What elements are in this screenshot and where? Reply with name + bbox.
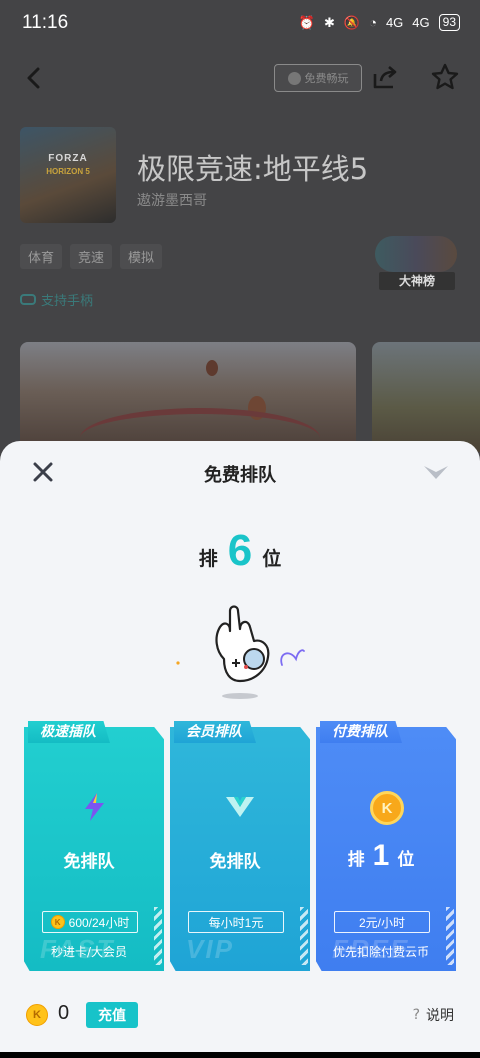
coin-icon: K xyxy=(370,791,404,825)
queue-prefix: 排 xyxy=(198,548,218,570)
status-time: 11:16 xyxy=(22,12,69,33)
signal-2: 4G xyxy=(412,15,430,30)
balloon-shape xyxy=(206,360,218,376)
card-main-text: 免排队 xyxy=(209,852,261,872)
paid-queue-card[interactable]: K 排 1 位 2元/小时 优先扣除付费云币 FREE 付费排队 xyxy=(316,711,456,973)
card-watermark: FREE xyxy=(332,934,410,964)
share-icon[interactable] xyxy=(372,64,398,90)
game-tags: 体育 竞速 模拟 xyxy=(20,244,163,269)
card-price-pill: K 600/24小时 xyxy=(42,911,138,933)
help-link[interactable]: ? 说明 xyxy=(413,1005,454,1025)
cover-logo-sub: HORIZON 5 xyxy=(46,167,90,176)
coin-icon: K xyxy=(26,1004,48,1026)
card-main-suffix: 位 xyxy=(397,850,415,870)
battery-indicator: 93 xyxy=(438,14,460,31)
card-price-pill: 每小时1元 xyxy=(188,911,284,933)
ranking-badge[interactable]: 大神榜 xyxy=(373,236,459,292)
card-tab: 付费排队 xyxy=(320,721,402,743)
free-play-icon xyxy=(287,71,301,85)
card-stripe xyxy=(300,907,308,965)
queue-position: 排 6 位 xyxy=(0,529,480,573)
lightning-icon xyxy=(85,793,104,821)
vip-chevron-icon xyxy=(226,797,254,817)
top-navigation: 免费畅玩 xyxy=(0,56,480,100)
coin-balance: 0 xyxy=(58,1002,70,1024)
back-arrow-icon[interactable] xyxy=(20,64,48,92)
vip-queue-card[interactable]: 免排队 每小时1元 VIP 会员排队 xyxy=(170,711,310,973)
bluetooth-icon: ✱ xyxy=(324,14,335,30)
sheet-header: 免费排队 xyxy=(0,441,480,505)
queue-number: 6 xyxy=(227,526,253,575)
screenshot-1[interactable] xyxy=(20,342,356,452)
game-subtitle: 遨游墨西哥 xyxy=(137,193,207,209)
gamepad-support: 支持手柄 xyxy=(20,290,93,309)
signal-1: 4G xyxy=(385,15,404,30)
cover-logo: FORZA xyxy=(48,153,88,164)
queue-options: 免排队 K 600/24小时 秒进卡/大会员 FAST 极速插队 免排队 每小时… xyxy=(0,711,480,981)
ok-hand-mascot-icon xyxy=(176,605,305,683)
sheet-title: 免费排队 xyxy=(204,465,276,486)
free-play-label: 免费畅玩 xyxy=(304,72,349,85)
card-main-text: 免排队 xyxy=(63,852,115,872)
card-main-text: 排 1 位 xyxy=(316,839,446,873)
card-price: 600/24小时 xyxy=(68,915,130,930)
help-label: 说明 xyxy=(426,1008,454,1024)
fast-queue-card[interactable]: 免排队 K 600/24小时 秒进卡/大会员 FAST 极速插队 xyxy=(24,711,164,973)
card-price-pill: 2元/小时 xyxy=(334,911,430,933)
home-indicator xyxy=(0,1052,480,1058)
sheet-footer: K 0 充值 ? 说明 xyxy=(0,1001,480,1033)
collapse-chevron-icon[interactable] xyxy=(422,463,450,483)
alarm-icon: ⏰ xyxy=(298,14,315,30)
screenshot-2[interactable] xyxy=(372,342,480,452)
free-play-badge[interactable]: 免费畅玩 xyxy=(274,64,362,92)
tag-item[interactable]: 体育 xyxy=(20,244,63,269)
mascot-shadow xyxy=(222,693,258,699)
tag-item[interactable]: 模拟 xyxy=(120,244,163,269)
queue-suffix: 位 xyxy=(262,548,282,570)
queue-sheet: 免费排队 排 6 位 免排队 K 600/24小时 秒进卡/大会员 FAST 极… xyxy=(0,441,480,1058)
mute-icon: 🔕 xyxy=(343,14,361,30)
gamepad-label: 支持手柄 xyxy=(41,294,94,309)
recharge-button[interactable]: 充值 xyxy=(86,1002,138,1028)
card-body: K 排 1 位 2元/小时 优先扣除付费云币 FREE xyxy=(316,727,456,971)
card-tab: 极速插队 xyxy=(28,721,110,743)
wifi-icon: ◔ xyxy=(369,15,377,30)
status-icons: ⏰ ✱ 🔕 ◔ 4G 4G 93 xyxy=(299,14,460,31)
favorite-star-icon[interactable] xyxy=(430,62,460,92)
card-watermark: FAST xyxy=(40,934,115,964)
card-main-prefix: 排 xyxy=(347,850,365,870)
status-bar: 11:16 ⏰ ✱ 🔕 ◔ 4G 4G 93 xyxy=(0,0,480,50)
gamepad-icon xyxy=(20,294,36,305)
card-tab: 会员排队 xyxy=(174,721,256,743)
card-price: 每小时1元 xyxy=(208,915,264,930)
question-icon: ? xyxy=(412,1007,420,1023)
card-body: 免排队 每小时1元 VIP xyxy=(170,727,310,971)
card-body: 免排队 K 600/24小时 秒进卡/大会员 FAST xyxy=(24,727,164,971)
game-title: 极限竞速:地平线5 xyxy=(137,152,369,186)
avatar-group xyxy=(375,236,457,272)
card-stripe xyxy=(446,907,454,965)
card-price: 2元/小时 xyxy=(358,915,405,930)
card-main-number: 1 xyxy=(372,839,390,872)
card-stripe xyxy=(154,907,162,965)
coin-icon: K xyxy=(50,915,65,929)
tag-item[interactable]: 竞速 xyxy=(70,244,113,269)
ranking-label: 大神榜 xyxy=(379,272,455,290)
game-cover: FORZA HORIZON 5 xyxy=(20,127,116,223)
card-watermark: VIP xyxy=(186,934,234,964)
